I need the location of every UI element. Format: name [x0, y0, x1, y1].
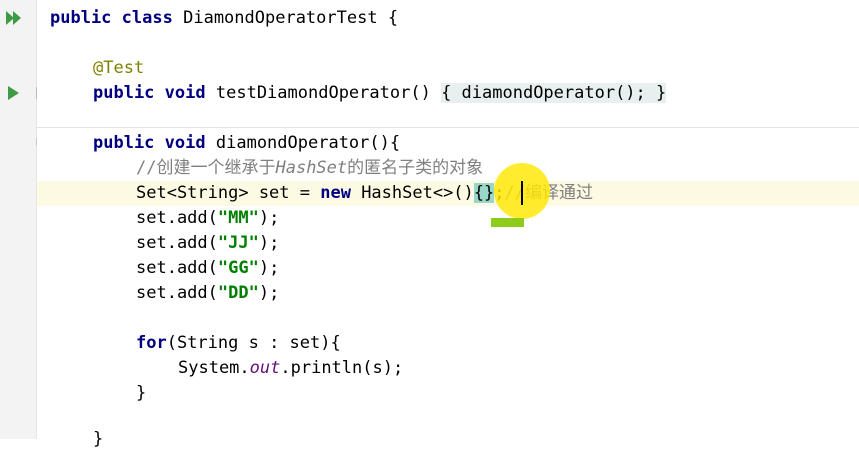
code-line-closing-brace: }: [136, 381, 859, 406]
keyword: new: [320, 183, 351, 203]
code-line-class-declaration: public class DiamondOperatorTest {: [50, 6, 859, 31]
comment: 的匿名子类的对象: [347, 158, 484, 178]
keyword: public: [50, 8, 112, 28]
keyword: for: [136, 333, 167, 353]
string-literal: "JJ": [217, 233, 259, 253]
code-line-add: set.add("DD");: [136, 281, 859, 306]
editor-gutter: [0, 0, 36, 439]
code-editor[interactable]: public class DiamondOperatorTest { @Test…: [37, 0, 859, 449]
declaration: Set<String> set =: [136, 183, 321, 203]
code-line-closing-brace: }: [93, 427, 859, 452]
keyword: public: [93, 83, 155, 103]
string-literal: "DD": [217, 283, 259, 303]
brace: }: [93, 429, 104, 449]
call-end: );: [258, 208, 280, 228]
brace: {: [387, 8, 399, 28]
comment: //创建一个继承于: [136, 158, 276, 178]
class-ref: System.: [178, 358, 250, 378]
code-line-current: Set<String> set = new HashSet<>(){};//编译…: [37, 181, 859, 206]
string-literal: "MM": [217, 208, 259, 228]
code-line-test-method: public void testDiamondOperator() { diam…: [93, 81, 859, 106]
code-line-method-declaration: public void diamondOperator(){: [93, 131, 859, 156]
run-all-icon[interactable]: [6, 10, 26, 26]
method-separator: [37, 127, 859, 128]
keyword: public: [93, 133, 155, 153]
folded-brace-open: {: [441, 83, 452, 103]
brace: }: [136, 383, 147, 403]
method-signature: testDiamondOperator(): [215, 83, 431, 103]
annotation: @Test: [93, 58, 145, 78]
constructor-call: HashSet<>(): [350, 183, 474, 203]
call: set.add(: [136, 283, 218, 303]
keyword: class: [121, 8, 173, 28]
green-marker: [491, 218, 524, 227]
comment-class-ref: HashSet: [275, 158, 348, 178]
code-line-for: for(String s : set){: [136, 331, 859, 356]
call: set.add(: [136, 208, 218, 228]
code-line-annotation: @Test: [93, 56, 859, 81]
method-signature: diamondOperator(){: [215, 133, 401, 153]
string-literal: "GG": [217, 258, 259, 278]
call: set.add(: [136, 258, 218, 278]
call: .println(s);: [280, 358, 404, 378]
call-end: );: [258, 258, 280, 278]
for-header: (String s : set){: [166, 333, 341, 353]
static-field: out: [249, 358, 281, 378]
keyword: void: [164, 83, 206, 103]
class-name: DiamondOperatorTest: [183, 8, 378, 28]
code-line-add: set.add("GG");: [136, 256, 859, 281]
text-caret: [521, 181, 523, 205]
keyword: void: [164, 133, 206, 153]
run-test-icon[interactable]: [8, 86, 19, 100]
anonymous-class-braces: {}: [473, 183, 495, 203]
code-line-add: set.add("JJ");: [136, 231, 859, 256]
call: set.add(: [136, 233, 218, 253]
folded-body: diamondOperator();: [451, 83, 657, 103]
code-line-println: System.out.println(s);: [178, 356, 859, 381]
call-end: );: [258, 233, 280, 253]
folded-brace-close: }: [656, 83, 667, 103]
call-end: );: [258, 283, 280, 303]
